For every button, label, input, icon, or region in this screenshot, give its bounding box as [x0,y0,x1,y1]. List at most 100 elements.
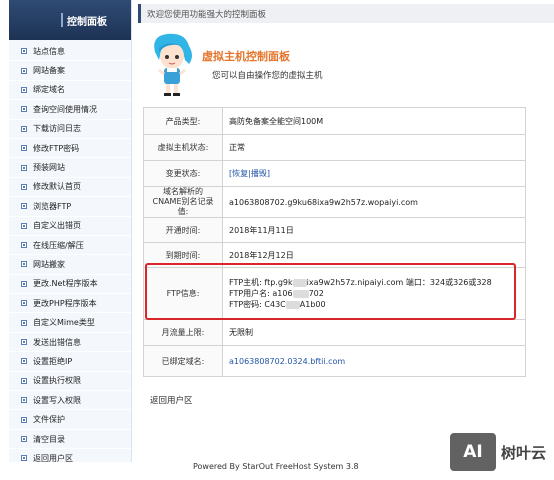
sidebar-item[interactable]: 在线压缩/解压 [9,236,131,256]
sidebar-item[interactable]: 网站备案 [9,61,131,81]
sidebar-header-divider [61,13,63,27]
sidebar-item[interactable]: 站点信息 [9,42,131,62]
row-change-status: 变更状态: [恢复|播毁] [143,160,526,187]
sidebar-item[interactable]: 返回用户区 [9,449,131,469]
sidebar-item[interactable]: 更改.Net程序版本 [9,275,131,295]
sidebar-item-label: 设置写入权限 [33,395,81,405]
mascot-girl-icon [154,33,192,96]
bullet-square-icon [21,86,27,93]
sidebar-item[interactable]: 自定义Mime类型 [9,313,131,333]
ftp-user-prefix: FTP用户名: a106 [229,289,293,298]
sidebar-item-label: 浏览器FTP [33,201,72,211]
ftp-user-suffix: 702 [308,289,324,298]
sidebar-item[interactable]: 清空目录 [9,430,131,450]
row-open-date: 开通时间: 2018年11月11日 [143,217,526,243]
sidebar-item[interactable]: 浏览器FTP [9,197,131,217]
sidebar: 控制面板 站点信息网站备案绑定域名查询空间使用情况 下载访问日志 修改FTP密码 预装… [9,0,132,469]
bullet-square-icon [21,67,27,74]
bullet-square-icon [21,203,27,210]
watermark-logo: AI [450,433,496,471]
sidebar-item-label: 下载访问日志 [33,124,81,134]
hero-title: 虚拟主机控制面板 [202,50,290,63]
sidebar-item-label: 更改.Net程序版本 [33,279,98,289]
sidebar-item[interactable]: 网站搬家 [9,255,131,275]
sidebar-item[interactable]: 预装网站 [9,158,131,178]
sidebar-item-label: 文件保护 [33,415,65,425]
row-expire-date: 到期时间: 2018年12月12日 [143,242,526,268]
sidebar-item[interactable]: 更改PHP程序版本 [9,294,131,314]
redaction-blur [292,289,309,298]
sidebar-item[interactable]: 文件保护 [9,410,131,430]
row-traffic-limit: 月流量上限: 无限制 [143,319,526,346]
bullet-square-icon [21,377,27,384]
ftp-host-prefix: FTP主机: ftp.g9k [229,278,293,287]
sidebar-item[interactable]: 修改FTP密码 [9,139,131,159]
sidebar-item[interactable]: 自定义出错页 [9,217,131,236]
sidebar-item-label: 绑定域名 [33,85,65,95]
bullet-square-icon [21,280,27,287]
sidebar-item[interactable]: 绑定域名 [9,81,131,101]
cname-label: 域名解析的CNAME别名记录值: [143,186,223,218]
expire-date-label: 到期时间: [143,242,223,268]
bound-domain-link[interactable]: a1063808702.0324.bftii.com [229,357,345,366]
sidebar-item-label: 设置执行权限 [33,376,81,386]
change-status-value: [恢复|播毁] [222,160,526,187]
bullet-square-icon [21,300,27,307]
sidebar-item-label: 清空目录 [33,434,65,444]
sidebar-item-label: 查询空间使用情况 [33,104,97,114]
bullet-square-icon [21,164,27,171]
bullet-square-icon [21,319,27,326]
open-date-value: 2018年11月11日 [222,217,526,243]
welcome-bar: 欢迎您使用功能强大的控制面板 [138,4,554,23]
sidebar-item[interactable]: 发送出错信息 [9,333,131,353]
sidebar-item[interactable]: 查询空间使用情况 [9,100,131,120]
change-status-link[interactable]: [恢复|播毁] [229,169,270,178]
ftp-info-label: FTP信息: [143,267,223,320]
sidebar-item-label: 发送出错信息 [33,337,81,347]
bullet-square-icon [21,48,27,55]
bullet-square-icon [21,397,27,404]
bullet-square-icon [21,145,27,152]
bound-domain-value: a1063808702.0324.bftii.com [222,345,526,377]
sidebar-item[interactable]: 设置拒绝IP [9,352,131,372]
bullet-square-icon [21,455,27,462]
bullet-square-icon [21,358,27,365]
sidebar-item[interactable]: 设置执行权限 [9,372,131,392]
row-ftp-info: FTP信息: FTP主机: ftp.g9k ixa9w2h57z.nipaiyi.… [143,267,526,320]
sidebar-item-label: 自定义出错页 [33,221,81,231]
watermark: AI 树叶云 [450,433,546,471]
bullet-square-icon [21,339,27,346]
open-date-label: 开通时间: [143,217,223,243]
traffic-limit-label: 月流量上限: [143,319,223,346]
redaction-blur [292,278,307,287]
product-type-label: 产品类型: [143,107,223,135]
sidebar-item-label: 修改FTP密码 [33,143,80,153]
sidebar-item[interactable]: 修改默认首页 [9,178,131,198]
bullet-square-icon [21,183,27,190]
sidebar-item-label: 返回用户区 [33,453,73,463]
sidebar-item-label: 修改默认首页 [33,182,81,192]
ftp-password-prefix: FTP密码: C43C [229,300,286,309]
bullet-square-icon [21,436,27,442]
sidebar-title: 控制面板 [67,16,107,28]
ftp-password-line: FTP密码: C43C A1b00 [229,299,519,310]
ftp-host-line: FTP主机: ftp.g9k ixa9w2h57z.nipaiyi.com 端口：… [229,277,519,288]
sidebar-item-label: 预装网站 [33,163,65,173]
bullet-square-icon [21,222,27,229]
ftp-info-value: FTP主机: ftp.g9k ixa9w2h57z.nipaiyi.com 端口：… [222,267,526,320]
back-to-user-area-link[interactable]: 返回用户区 [150,394,193,406]
sidebar-item[interactable]: 下载访问日志 [9,120,131,139]
hero-subtitle: 您可以自由操作您的虚拟主机 [212,71,323,81]
ftp-user-line: FTP用户名: a106 702 [229,288,519,299]
host-info-table: 产品类型: 高防免备案全能空间100M 虚拟主机状态: 正常 变更状态: [恢复… [143,107,526,377]
footer-powered-by: Powered By StarOut FreeHost System 3.8 [193,462,359,471]
product-type-value: 高防免备案全能空间100M [222,107,526,135]
row-bound-domain: 已绑定域名: a1063808702.0324.bftii.com [143,345,526,377]
sidebar-item-label: 网站备案 [33,66,65,76]
sidebar-item[interactable]: 设置写入权限 [9,391,131,411]
sidebar-item-label: 设置拒绝IP [33,356,73,366]
watermark-text: 树叶云 [501,443,547,462]
sidebar-header: 控制面板 [9,0,131,40]
expire-date-value: 2018年12月12日 [222,242,526,268]
bullet-square-icon [21,125,27,132]
